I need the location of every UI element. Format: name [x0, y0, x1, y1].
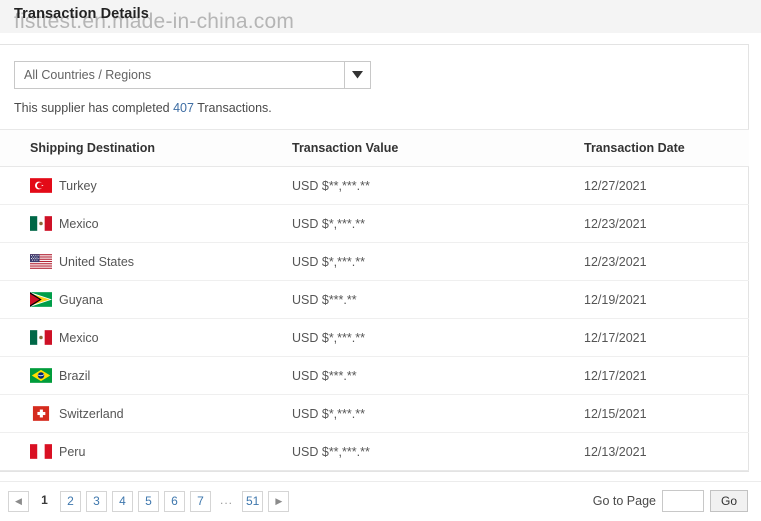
goto-page-group: Go to Page Go [593, 490, 748, 512]
pagination-ellipsis: ... [219, 493, 233, 507]
cell-transaction-value: USD $*,***.** [292, 394, 584, 433]
goto-page-input[interactable] [662, 490, 704, 512]
cell-transaction-date: 12/27/2021 [584, 166, 749, 205]
cell-shipping-destination: Switzerland [0, 394, 292, 433]
pagination-page-4[interactable]: 4 [112, 491, 133, 512]
flag-icon-gy [30, 292, 59, 307]
cell-shipping-destination: Turkey [0, 166, 292, 205]
cell-transaction-date: 12/23/2021 [584, 204, 749, 243]
country-region-select[interactable]: All Countries / Regions [14, 61, 371, 89]
table-header-row: Shipping Destination Transaction Value T… [0, 129, 749, 167]
flag-icon-pe [30, 444, 59, 459]
cell-shipping-destination: United States [0, 242, 292, 281]
go-button[interactable]: Go [710, 490, 748, 512]
flag-icon-mx [30, 216, 59, 231]
transaction-summary: This supplier has completed 407 Transact… [14, 101, 734, 129]
column-header-transaction-value: Transaction Value [292, 129, 584, 167]
cell-transaction-value: USD $*,***.** [292, 318, 584, 357]
summary-prefix: This supplier has completed [14, 101, 174, 115]
pagination-page-6[interactable]: 6 [164, 491, 185, 512]
cell-transaction-value: USD $***.** [292, 356, 584, 395]
table-footer: ◀ 1 2 3 4 5 6 7... 51 ▶ Go to Page Go [0, 481, 761, 521]
chevron-down-icon[interactable] [344, 62, 370, 88]
cell-transaction-value: USD $***.** [292, 280, 584, 319]
cell-transaction-value: USD $**,***.** [292, 432, 584, 471]
pagination-page-2[interactable]: 2 [60, 491, 81, 512]
cell-shipping-destination: Peru [0, 432, 292, 471]
transaction-details-card: All Countries / Regions This supplier ha… [0, 44, 749, 472]
flag-icon-us [30, 254, 59, 269]
filter-area: All Countries / Regions This supplier ha… [0, 45, 748, 129]
destination-name: Peru [59, 444, 86, 459]
flag-icon-tr [30, 178, 59, 193]
cell-transaction-value: USD $*,***.** [292, 242, 584, 281]
flag-icon-ch [30, 406, 59, 421]
table-row: Brazil USD $***.** 12/17/2021 [0, 356, 749, 395]
destination-name: Switzerland [59, 406, 124, 421]
destination-name: Mexico [59, 216, 99, 231]
pagination-prev-button[interactable]: ◀ [8, 491, 29, 512]
cell-transaction-date: 12/19/2021 [584, 280, 749, 319]
goto-page-label: Go to Page [592, 494, 656, 508]
destination-name: Brazil [59, 368, 91, 383]
cell-transaction-date: 12/13/2021 [584, 432, 749, 471]
cell-shipping-destination: Mexico [0, 318, 292, 357]
cell-transaction-value: USD $**,***.** [292, 166, 584, 205]
table-head: Shipping Destination Transaction Value T… [0, 129, 749, 167]
pagination-page-current: 1 [41, 493, 48, 507]
table-row: Mexico USD $*,***.** 12/17/2021 [0, 318, 749, 357]
cell-transaction-value: USD $*,***.** [292, 204, 584, 243]
summary-suffix: Transactions. [193, 101, 272, 115]
pagination-page-last[interactable]: 51 [242, 491, 264, 512]
transaction-count-link[interactable]: 407 [173, 101, 194, 115]
table-body: Turkey USD $**,***.** 12/27/2021 Mexico USD … [0, 166, 749, 471]
column-header-transaction-date: Transaction Date [584, 129, 749, 167]
pagination-next-button[interactable]: ▶ [268, 491, 290, 512]
destination-name: Mexico [59, 330, 99, 345]
table-row: Guyana USD $***.** 12/19/2021 [0, 280, 749, 319]
flag-icon-mx [30, 330, 59, 345]
cell-transaction-date: 12/23/2021 [584, 242, 749, 281]
pagination-page-7[interactable]: 7 [190, 491, 211, 512]
column-header-shipping-destination: Shipping Destination [0, 129, 292, 167]
table-row: Peru USD $**,***.** 12/13/2021 [0, 432, 749, 471]
flag-icon-br [30, 368, 59, 383]
cell-transaction-date: 12/17/2021 [584, 318, 749, 357]
destination-name: United States [59, 254, 135, 269]
table-row: Switzerland USD $*,***.** 12/15/2021 [0, 394, 749, 433]
cell-transaction-date: 12/17/2021 [584, 356, 749, 395]
transactions-table: Shipping Destination Transaction Value T… [0, 129, 749, 471]
cell-transaction-date: 12/15/2021 [584, 394, 749, 433]
page-title: Transaction Details [14, 6, 149, 22]
pagination-page-3[interactable]: 3 [86, 491, 107, 512]
table-row: Mexico USD $*,***.** 12/23/2021 [0, 204, 749, 243]
cell-shipping-destination: Brazil [0, 356, 292, 395]
cell-shipping-destination: Guyana [0, 280, 292, 319]
destination-name: Guyana [59, 292, 103, 307]
cell-shipping-destination: Mexico [0, 204, 292, 243]
destination-name: Turkey [59, 178, 97, 193]
table-row: United States USD $*,***.** 12/23/2021 [0, 242, 749, 281]
pagination-page-5[interactable]: 5 [138, 491, 159, 512]
table-row: Turkey USD $**,***.** 12/27/2021 [0, 166, 749, 205]
pagination: ◀ 1 2 3 4 5 6 7... 51 ▶ [8, 491, 290, 512]
country-region-selected-value: All Countries / Regions [24, 68, 152, 82]
